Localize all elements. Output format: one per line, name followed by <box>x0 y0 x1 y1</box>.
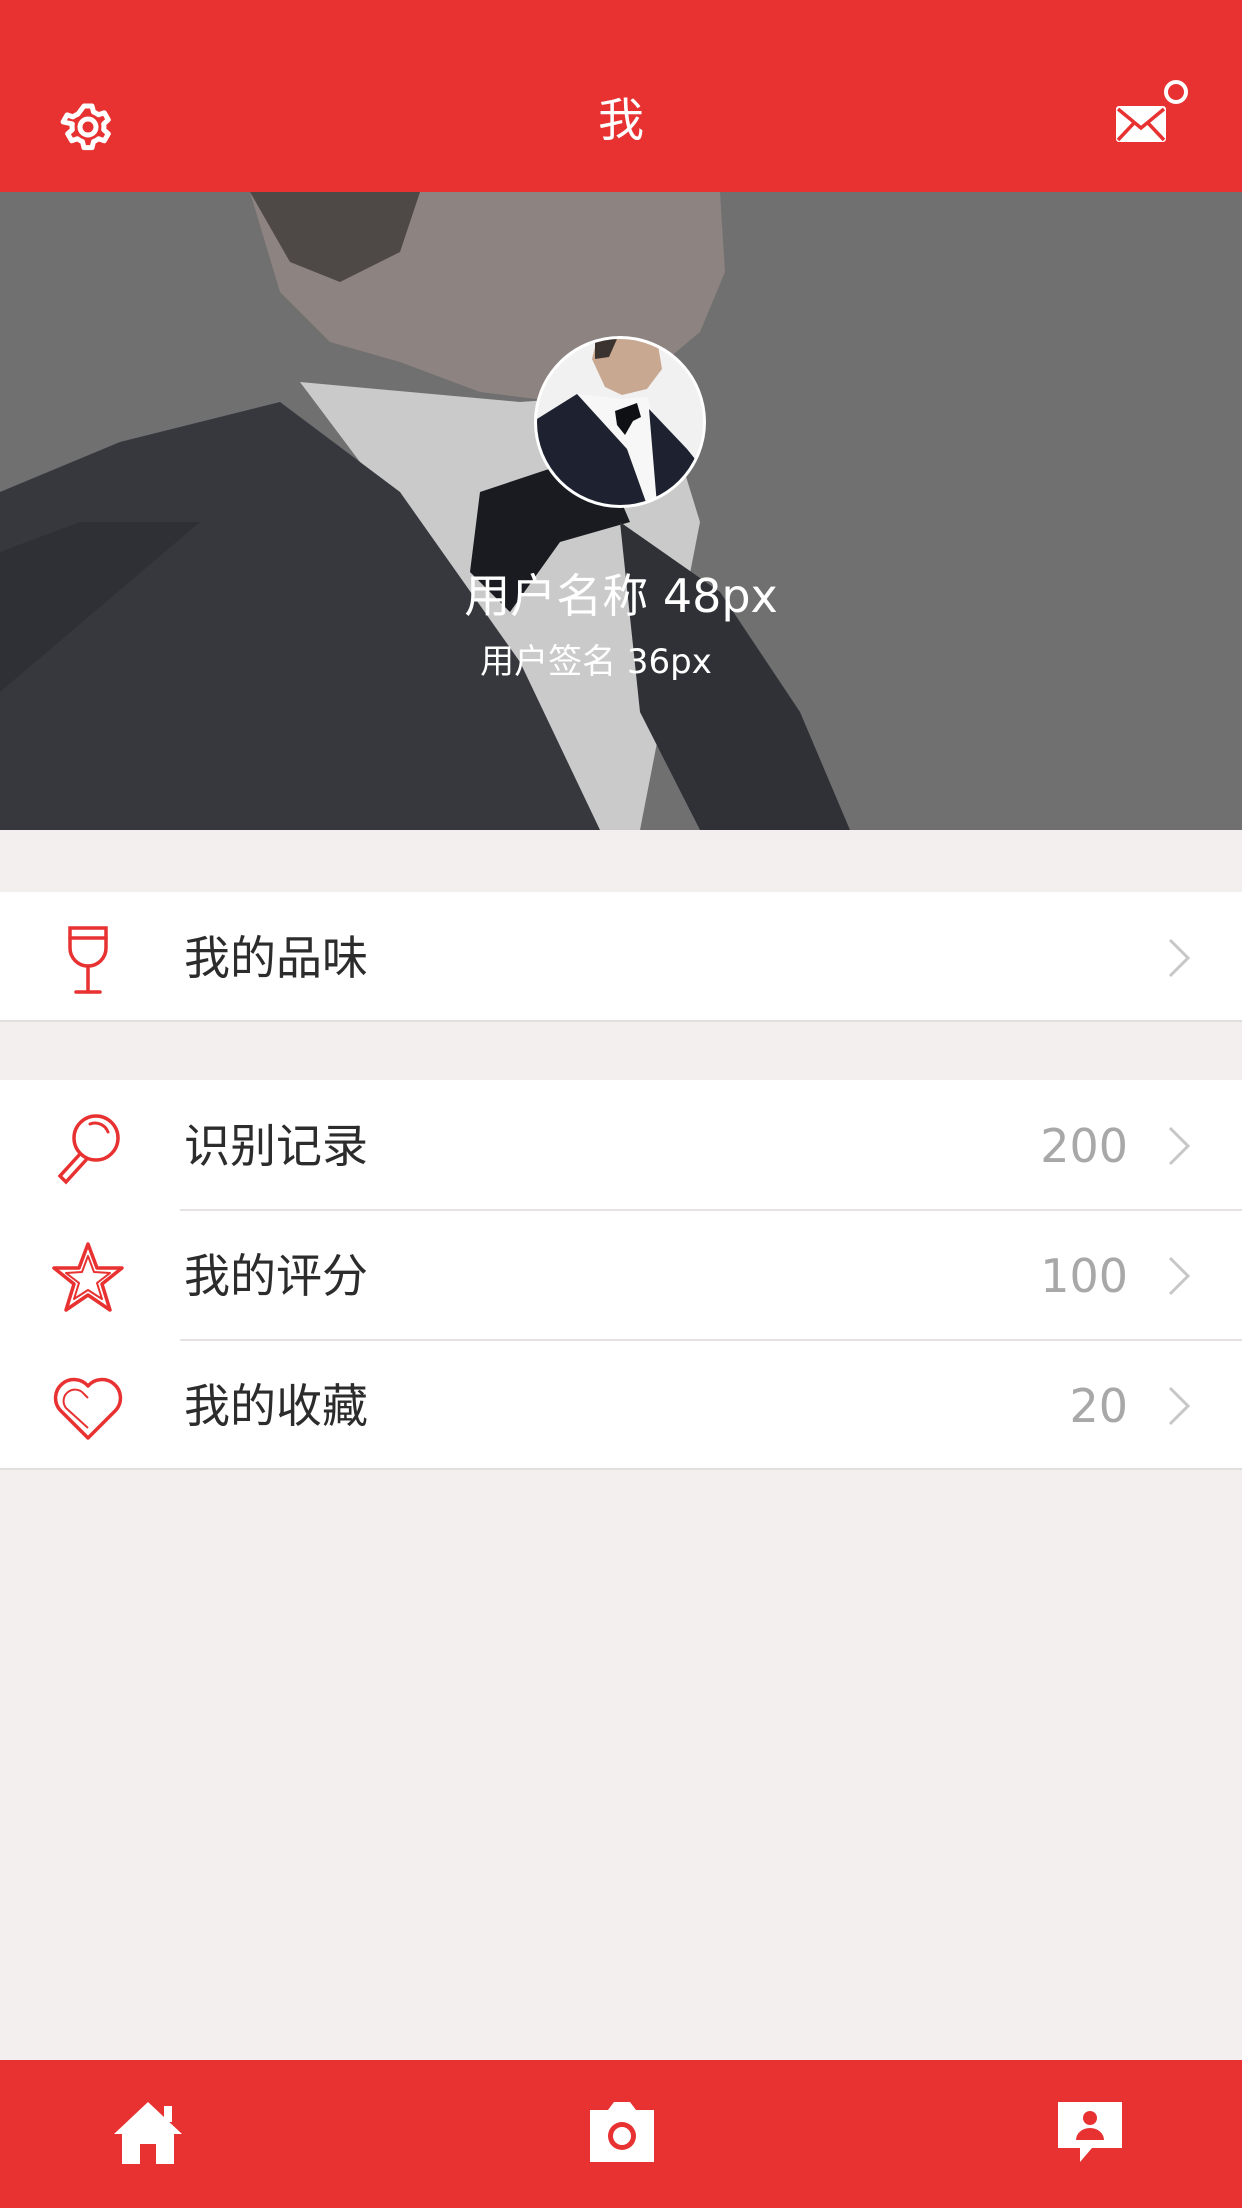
chevron-right-icon <box>1168 1256 1191 1296</box>
menu-group-records: 识别记录 200 我的评分 100 我的收藏 20 <box>0 1080 1242 1470</box>
menu-item-count: 20 <box>1069 1379 1128 1433</box>
heart-icon <box>53 1377 123 1440</box>
camera-icon[interactable] <box>584 2098 660 2168</box>
menu-item-label: 识别记录 <box>184 1119 368 1173</box>
user-signature: 用户签名 36px <box>480 642 712 682</box>
page-title: 我 <box>598 93 644 147</box>
menu-item-my-favorites[interactable]: 我的收藏 20 <box>0 1340 1242 1470</box>
menu-item-count: 100 <box>1040 1249 1128 1303</box>
menu-item-label: 我的品味 <box>184 931 368 985</box>
menu-item-count: 200 <box>1040 1119 1128 1173</box>
username: 用户名称 48px <box>464 569 778 623</box>
bottom-tab-bar <box>0 2060 1242 2208</box>
chevron-right-icon <box>1168 938 1191 978</box>
menu-item-label: 我的评分 <box>184 1249 368 1303</box>
home-icon[interactable] <box>110 2098 186 2168</box>
menu-item-my-ratings[interactable]: 我的评分 100 <box>0 1210 1242 1340</box>
unread-badge <box>1164 80 1188 104</box>
mail-icon[interactable] <box>1114 102 1168 146</box>
contact-card-icon[interactable] <box>1052 2098 1128 2168</box>
avatar[interactable] <box>534 336 706 508</box>
menu-item-recognition-history[interactable]: 识别记录 200 <box>0 1080 1242 1210</box>
profile-banner: 用户名称 48px 用户签名 36px <box>0 192 1242 830</box>
star-icon <box>52 1242 124 1312</box>
menu-item-label: 我的收藏 <box>184 1379 368 1433</box>
menu-group-taste: 我的品味 <box>0 892 1242 1022</box>
chevron-right-icon <box>1168 1126 1191 1166</box>
magnifier-icon <box>57 1114 120 1185</box>
chevron-right-icon <box>1168 1386 1191 1426</box>
avatar-image <box>537 339 703 505</box>
profile-background-image <box>0 192 1242 830</box>
menu-item-my-taste[interactable]: 我的品味 <box>0 892 1242 1022</box>
wine-glass-icon <box>68 926 108 994</box>
top-nav-bar: 我 <box>0 0 1242 192</box>
